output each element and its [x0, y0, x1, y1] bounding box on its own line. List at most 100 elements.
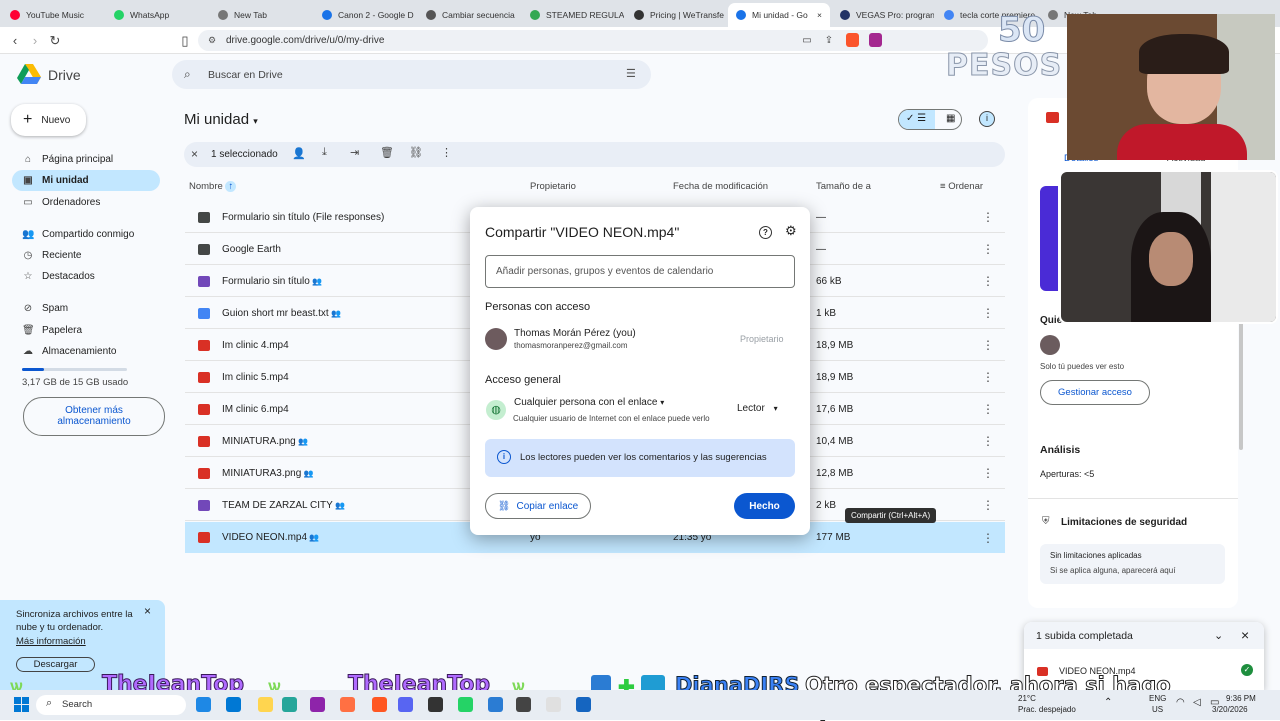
shield-icon: ⛨ — [1042, 516, 1050, 527]
taskbar-app-icon[interactable] — [576, 697, 591, 712]
tab-favicon-icon — [530, 9, 540, 20]
taskbar-app-icon[interactable] — [226, 697, 241, 712]
windows-start-icon[interactable] — [14, 697, 29, 712]
tab-label: STEAMED REGULAR — [546, 9, 624, 20]
avatar — [485, 328, 507, 350]
video-file-icon — [1046, 112, 1059, 123]
tab-favicon-icon — [322, 9, 332, 20]
weather-desc: Prac. despejado — [1018, 705, 1076, 714]
tab-favicon-icon — [840, 9, 850, 20]
share-dialog: Compartir "VIDEO NEON.mp4" ? ⚙ Añadir pe… — [470, 207, 810, 535]
add-people-input[interactable]: Añadir personas, grupos y eventos de cal… — [485, 255, 795, 288]
webcam-face — [1149, 232, 1193, 286]
taskbar-app-icon[interactable] — [488, 697, 503, 712]
tab-favicon-icon — [10, 9, 20, 20]
tab-favicon-icon — [736, 10, 746, 20]
role-dropdown[interactable]: Lector ▾ — [737, 403, 778, 414]
security-box: Sin limitaciones aplicadas Si se aplica … — [1040, 544, 1225, 584]
video-preview[interactable] — [1040, 186, 1058, 291]
person-name: Thomas Morán Pérez (you) — [514, 328, 636, 339]
taskbar-app-icon[interactable] — [340, 697, 355, 712]
tab-favicon-icon — [218, 9, 228, 20]
info-icon: i — [497, 450, 511, 464]
badge-top: 50 — [997, 10, 1046, 51]
tab-label: Canon 2 - Google D — [338, 9, 414, 20]
help-icon[interactable]: ? — [759, 226, 772, 239]
done-button[interactable]: Hecho — [734, 493, 795, 519]
browser-tab[interactable]: New Tab — [210, 4, 312, 25]
back-icon[interactable]: ‹ — [6, 32, 24, 50]
close-toast-icon[interactable]: × — [1241, 627, 1249, 643]
webcam-streamer — [1067, 14, 1275, 160]
general-access-heading: Acceso general — [485, 374, 561, 386]
share-dialog-title: Compartir "VIDEO NEON.mp4" — [485, 224, 680, 240]
reload-icon[interactable]: ↻ — [46, 32, 64, 50]
collapse-icon[interactable]: ⌄ — [1214, 629, 1223, 642]
lang[interactable]: ENG — [1149, 694, 1166, 703]
url-text: drive.google.com/drive/u/0/my-drive — [226, 35, 385, 46]
copy-link-label: Copiar enlace — [516, 500, 579, 512]
copy-link-button[interactable]: ⛓ Copiar enlace — [485, 493, 591, 519]
browser-tab[interactable]: Pricing | WeTransfe — [626, 4, 728, 25]
browser-tab[interactable]: Canon 2 - Google D — [314, 4, 416, 25]
tab-label: Pricing | WeTransfe — [650, 9, 725, 20]
info-text: Los lectores pueden ver los comentarios … — [520, 452, 767, 463]
volume-icon[interactable]: ◁ — [1193, 697, 1201, 708]
person-role: Propietario — [740, 334, 784, 344]
taskbar-app-icon[interactable] — [546, 697, 561, 712]
install-icon[interactable]: ▭ — [798, 32, 816, 50]
taskbar-app-icon[interactable] — [398, 697, 413, 712]
caret-down-icon: ▾ — [773, 404, 778, 413]
tab-label: WhatsApp — [130, 9, 170, 20]
browser-tab[interactable]: VEGAS Pro: progran — [832, 4, 934, 25]
taskbar-app-icon[interactable] — [196, 697, 211, 712]
analysis-value: Aperturas: <5 — [1040, 469, 1095, 479]
taskbar-app-icon[interactable] — [310, 697, 325, 712]
browser-tab[interactable]: Mi unidad - Go × — [728, 3, 830, 27]
info-box: i Los lectores pueden ver los comentario… — [485, 439, 795, 477]
site-info-icon[interactable]: ⚙ — [208, 35, 216, 46]
search-icon: ⌕ — [46, 697, 53, 709]
region: US — [1152, 705, 1164, 714]
clock-date[interactable]: 3/20/2026 — [1212, 705, 1248, 714]
tab-favicon-icon — [1048, 9, 1058, 20]
taskbar-app-icon[interactable] — [282, 697, 297, 712]
link-icon: ⛓ — [497, 500, 511, 512]
people-heading: Personas con acceso — [485, 301, 591, 313]
manage-access-button[interactable]: Gestionar acceso — [1040, 380, 1150, 405]
webcam-hair — [1139, 34, 1229, 74]
browser-tab[interactable]: STEAMED REGULAR — [522, 4, 624, 25]
tab-favicon-icon — [426, 9, 436, 20]
taskbar-search[interactable]: Search — [36, 695, 186, 715]
share-page-icon[interactable]: ⇪ — [820, 32, 838, 50]
access-note: Solo tú puedes ver esto — [1040, 362, 1125, 371]
tab-label: New Tab — [234, 9, 267, 20]
wifi-icon[interactable]: ◠ — [1176, 697, 1185, 708]
tab-label: YouTube Music — [26, 9, 84, 20]
taskbar-app-icon[interactable] — [428, 697, 443, 712]
close-tab-icon[interactable]: × — [817, 10, 822, 20]
access-dropdown[interactable]: Cualquier persona con el enlace ▾ — [514, 397, 664, 408]
browser-tab[interactable]: Cambiar secuencia — [418, 4, 520, 25]
taskbar-app-icon[interactable] — [516, 697, 531, 712]
forward-icon[interactable]: › — [26, 32, 44, 50]
taskbar-app-icon[interactable] — [458, 697, 473, 712]
rewards-icon[interactable] — [869, 33, 882, 47]
webcam-guest — [1059, 170, 1278, 324]
weather-temp: 21°C — [1018, 694, 1036, 703]
tab-label: VEGAS Pro: progran — [856, 9, 934, 20]
brave-shield-icon[interactable] — [846, 33, 859, 47]
tab-label: Mi unidad - Go — [752, 10, 808, 20]
role-label: Lector — [737, 403, 765, 414]
tray-chevron-icon[interactable]: ⌃ — [1104, 697, 1112, 708]
taskbar-app-icon[interactable] — [372, 697, 387, 712]
clock-time[interactable]: 9:36 PM — [1226, 694, 1256, 703]
taskbar-app-icon[interactable] — [258, 697, 273, 712]
bookmark-icon[interactable]: ▯ — [176, 32, 194, 50]
security-title: Limitaciones de seguridad — [1061, 517, 1188, 528]
taskbar-search-label: Search — [62, 699, 93, 710]
settings-gear-icon[interactable]: ⚙ — [785, 223, 797, 239]
browser-tab[interactable]: WhatsApp — [106, 4, 208, 25]
analysis-title: Análisis — [1040, 444, 1081, 456]
browser-tab[interactable]: YouTube Music — [2, 4, 104, 25]
